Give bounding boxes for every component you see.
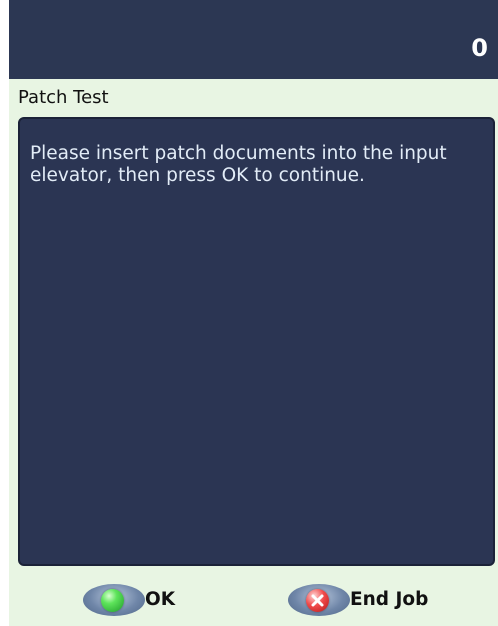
instruction-message: Please insert patch documents into the i… — [30, 143, 447, 186]
end-job-button[interactable]: End Job — [288, 582, 428, 618]
dialog-title: Patch Test — [18, 87, 109, 108]
button-bar: OK End Job — [9, 574, 498, 626]
ok-button-label: OK — [145, 589, 176, 610]
message-area: Please insert patch documents into the i… — [18, 117, 495, 566]
red-x-icon — [288, 584, 350, 616]
green-circle-icon — [83, 584, 145, 616]
end-job-button-label: End Job — [350, 589, 429, 610]
ok-button[interactable]: OK — [83, 582, 175, 618]
status-bar: 0 — [9, 0, 498, 79]
scanner-screen: 0 Patch Test Please insert patch documen… — [9, 0, 498, 626]
dialog-panel: Patch Test Please insert patch documents… — [9, 79, 498, 626]
document-counter: 0 — [471, 34, 488, 62]
